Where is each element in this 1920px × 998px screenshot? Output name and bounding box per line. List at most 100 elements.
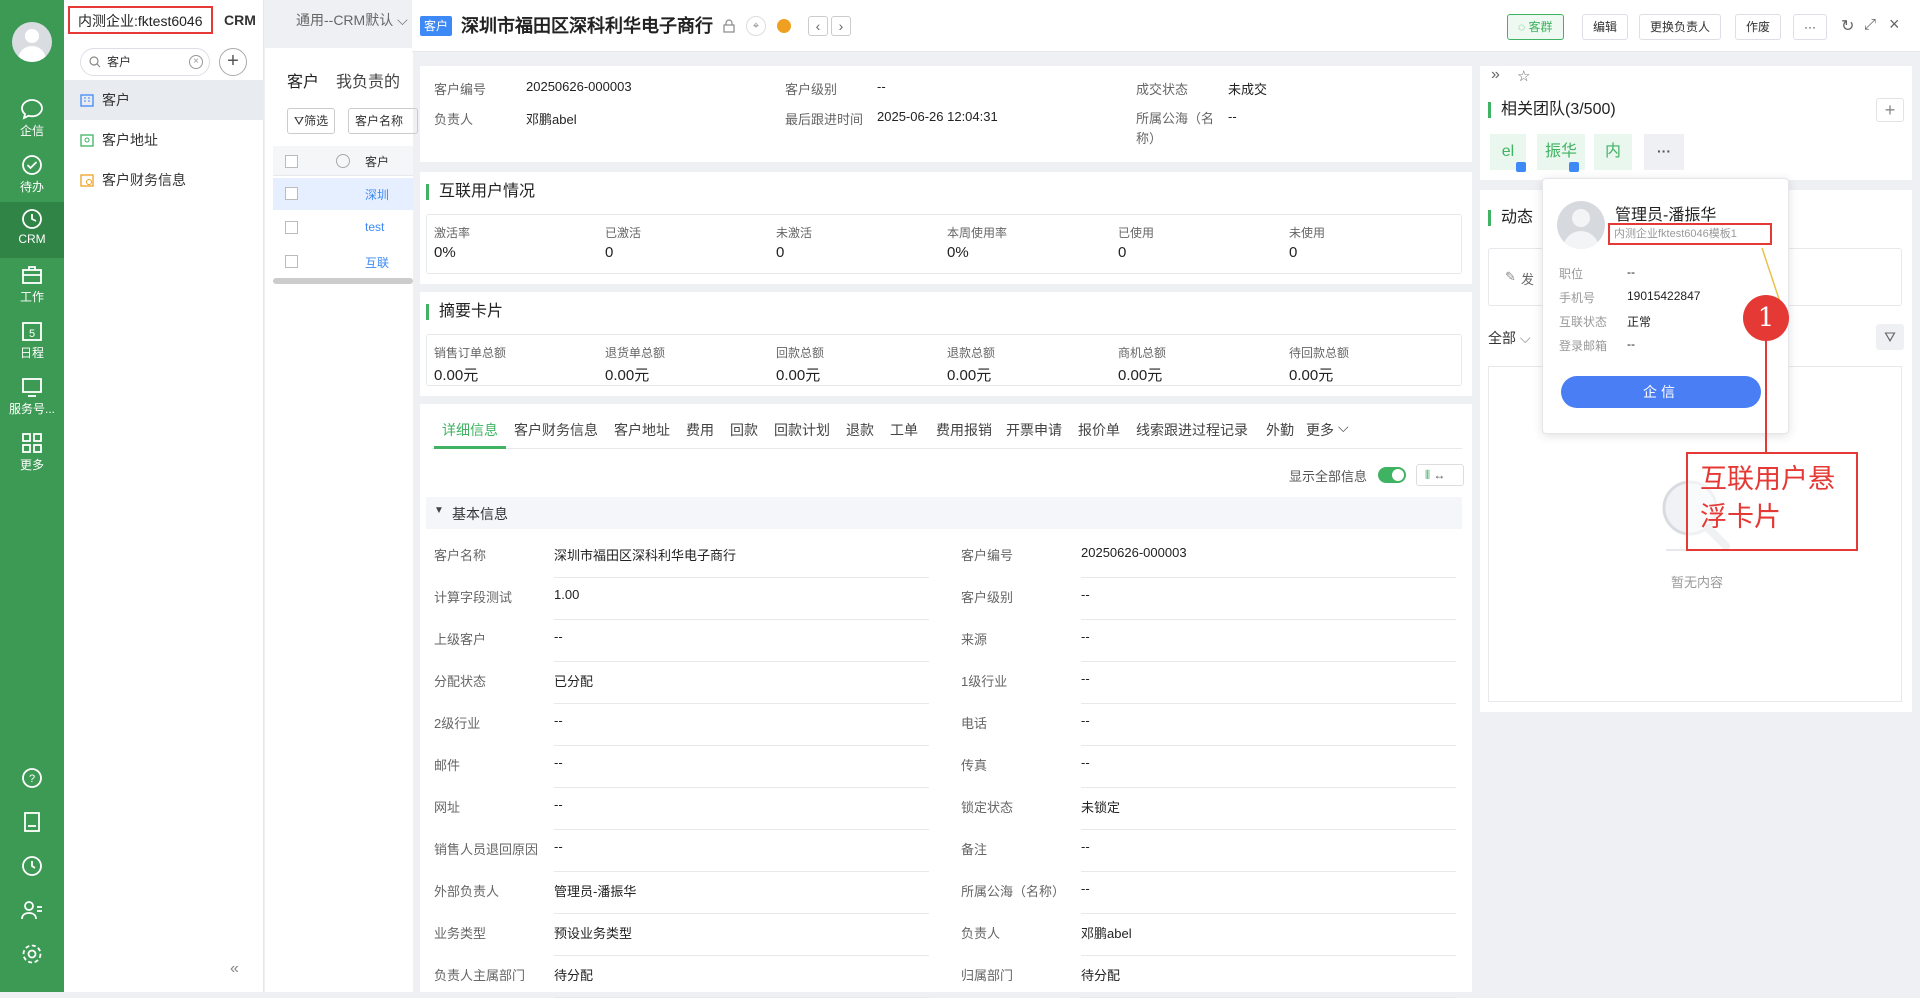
tab-3[interactable]: 费用 <box>686 420 714 440</box>
field-label: 上级客户 <box>434 632 487 647</box>
search-input[interactable]: 客户 × <box>80 48 210 76</box>
check-circle-icon <box>22 155 42 175</box>
tab-0[interactable]: 详细信息 <box>442 420 498 440</box>
pin-icon[interactable]: ☆ <box>1517 67 1530 85</box>
tab-11[interactable]: 线索跟进过程记录 <box>1136 420 1248 440</box>
digest-label: 退款总额 <box>947 346 996 360</box>
close-icon[interactable]: × <box>1889 14 1900 35</box>
tab-6[interactable]: 退款 <box>846 420 874 440</box>
field-value: -- <box>1081 587 1090 602</box>
field-underline <box>1081 745 1456 746</box>
field-label: 分配状态 <box>434 674 487 689</box>
field-label: 客户名称 <box>434 548 487 563</box>
more-button[interactable]: ··· <box>1793 14 1827 40</box>
field-value: 待分配 <box>554 968 594 983</box>
lock-icon[interactable] <box>722 19 736 33</box>
add-button[interactable]: + <box>219 48 247 76</box>
add-member-button[interactable]: + <box>1876 98 1904 122</box>
clear-icon[interactable]: × <box>189 55 203 69</box>
tab-5[interactable]: 回款计划 <box>774 420 830 440</box>
stat-label: 未激活 <box>776 226 813 240</box>
field-label: 电话 <box>961 716 988 731</box>
more-members-button[interactable]: ··· <box>1644 134 1684 170</box>
tab-7[interactable]: 工单 <box>890 420 918 440</box>
list-tab-mine[interactable]: 我负责的 <box>336 68 400 92</box>
filter-button[interactable]: ⛛筛选 <box>287 108 336 134</box>
tab-active-indicator <box>434 446 506 449</box>
field-underline <box>1081 871 1456 872</box>
sidebar-item-finance[interactable]: 客户财务信息 <box>64 160 264 200</box>
show-all-toggle[interactable] <box>1378 467 1406 483</box>
next-icon[interactable]: › <box>831 16 851 36</box>
rail-item-schedule[interactable]: 5 日程 <box>0 314 64 370</box>
users-stats <box>426 214 1462 274</box>
horizontal-scrollbar[interactable] <box>273 278 413 284</box>
table-row[interactable]: 深圳 <box>273 178 413 210</box>
rail-item-qixin[interactable]: 企信 <box>0 92 64 148</box>
row-checkbox[interactable] <box>285 255 298 268</box>
customer-group-button[interactable]: ◌ 客群 <box>1507 14 1564 40</box>
label-pool: 所属公海（名称） <box>1136 111 1215 146</box>
sidebar-item-address[interactable]: 客户地址 <box>64 120 264 160</box>
notebook-icon[interactable] <box>20 810 44 834</box>
customer-list: 客户 我负责的 ⛛筛选 客户名称 客户 深圳 test 互联 <box>265 48 418 992</box>
fullscreen-icon[interactable]: ⤢ <box>1864 16 1876 33</box>
label-deal: 成交状态 <box>1136 82 1189 97</box>
edit-button[interactable]: 编辑 <box>1582 14 1629 40</box>
message-button[interactable]: 企信 <box>1561 376 1761 408</box>
refresh-icon[interactable]: ↻ <box>1841 16 1854 36</box>
field-select[interactable]: 客户名称 <box>348 108 418 134</box>
label-email: 登录邮箱 <box>1559 339 1608 353</box>
tab-12[interactable]: 外勤 <box>1266 420 1294 440</box>
layout-switch[interactable]: ⫴ ↔ <box>1416 464 1464 486</box>
feed-filter[interactable]: 全部 ⌵ <box>1488 328 1531 348</box>
collapse-icon[interactable]: « <box>230 960 239 978</box>
settings-icon[interactable] <box>20 942 44 966</box>
history-icon[interactable] <box>20 854 44 878</box>
chat-icon: ◌ <box>1518 20 1526 34</box>
table-row[interactable]: 互联 <box>273 246 413 278</box>
tab-1[interactable]: 客户财务信息 <box>514 420 598 440</box>
stat-value: 0 <box>776 244 785 261</box>
filter-icon[interactable]: ⛛ <box>1876 324 1904 350</box>
avatar <box>1557 201 1605 249</box>
select-all-checkbox[interactable] <box>285 155 298 168</box>
row-checkbox[interactable] <box>285 221 298 234</box>
address-icon <box>80 134 94 147</box>
field-label: 计算字段测试 <box>434 590 513 605</box>
field-value: 1.00 <box>554 587 580 602</box>
prev-icon[interactable]: ‹ <box>808 16 828 36</box>
tab-10[interactable]: 报价单 <box>1078 420 1120 440</box>
view-selector[interactable]: 通用--CRM默认 ⌵ <box>296 8 408 32</box>
tab-13[interactable]: 更多 ⌵ <box>1306 419 1349 440</box>
tag-icon[interactable]: ⌖ <box>746 16 766 36</box>
rail-item-work[interactable]: 工作 <box>0 258 64 314</box>
row-checkbox[interactable] <box>285 187 298 200</box>
team-member[interactable]: 内 <box>1594 134 1632 170</box>
user-avatar[interactable] <box>12 22 52 62</box>
sidebar-item-customer[interactable]: 客户 <box>64 80 264 120</box>
rail-item-more[interactable]: 更多 <box>0 426 64 482</box>
rail-item-service[interactable]: 服务号... <box>0 370 64 426</box>
tab-2[interactable]: 客户地址 <box>614 420 670 440</box>
field-value: -- <box>554 755 563 770</box>
rail-item-crm[interactable]: CRM <box>0 202 64 258</box>
tab-8[interactable]: 费用报销 <box>936 420 992 440</box>
collapse-panel-icon[interactable]: » <box>1491 66 1500 84</box>
section-header[interactable]: ▼ 基本信息 <box>426 497 1462 529</box>
chevron-down-icon: ⌵ <box>397 12 408 28</box>
tab-9[interactable]: 开票申请 <box>1006 420 1062 440</box>
change-owner-button[interactable]: 更换负责人 <box>1639 14 1722 40</box>
list-tab-all[interactable]: 客户 <box>287 68 319 92</box>
field-label: 销售人员退回原因 <box>434 842 539 857</box>
tab-4[interactable]: 回款 <box>730 420 758 440</box>
table-row[interactable]: test <box>273 212 413 244</box>
help-icon[interactable]: ? <box>20 766 44 790</box>
field-underline <box>554 913 929 914</box>
clock-icon <box>22 209 42 229</box>
user-name: 管理员-潘振华 <box>1615 207 1717 224</box>
rail-item-todo[interactable]: 待办 <box>0 148 64 204</box>
expand-icon: ↔ <box>1433 468 1446 482</box>
void-button[interactable]: 作废 <box>1735 14 1782 40</box>
user-list-icon[interactable] <box>20 898 44 922</box>
